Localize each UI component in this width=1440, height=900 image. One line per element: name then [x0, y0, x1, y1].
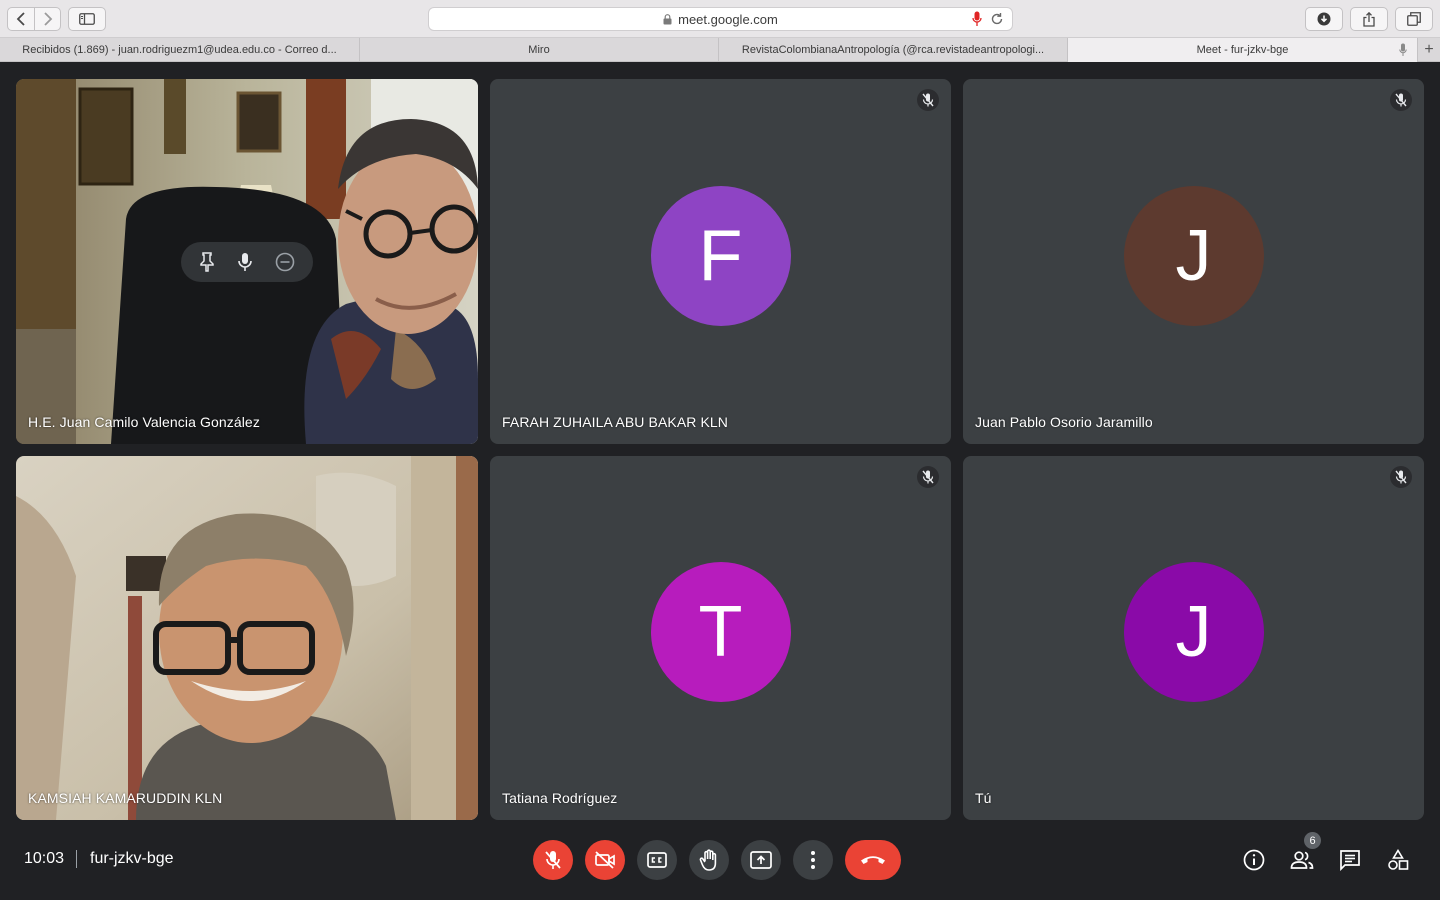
tab-label: Recibidos (1.869) - juan.rodriguezm1@ude…	[22, 44, 337, 56]
muted-indicator	[1390, 89, 1412, 111]
info-icon	[1243, 849, 1265, 871]
muted-indicator	[917, 466, 939, 488]
remove-icon[interactable]	[275, 252, 295, 272]
tile-hover-controls	[181, 242, 313, 282]
tab-label: Meet - fur-jzkv-bge	[1196, 44, 1289, 56]
back-button[interactable]	[8, 8, 34, 30]
share-icon	[1363, 11, 1375, 27]
participant-name: KAMSIAH KAMARUDDIN KLN	[28, 790, 223, 806]
avatar-initial: T	[698, 592, 743, 672]
pin-icon[interactable]	[199, 252, 215, 272]
raise-hand-icon	[699, 849, 717, 871]
tab-label: RevistaColombianaAntropología (@rca.revi…	[741, 44, 1045, 56]
captions-button[interactable]	[637, 840, 677, 880]
chat-button[interactable]	[1336, 846, 1364, 874]
avatar-initial: F	[698, 215, 743, 296]
more-options-button[interactable]	[793, 840, 833, 880]
end-call-icon	[861, 856, 885, 864]
avatar-initial: J	[1175, 215, 1212, 296]
chevron-right-icon	[43, 12, 52, 26]
activities-icon	[1388, 849, 1409, 870]
tab-miro[interactable]: Miro	[360, 38, 719, 62]
mic-off-icon	[922, 470, 934, 484]
tab-gmail[interactable]: Recibidos (1.869) - juan.rodriguezm1@ude…	[0, 38, 360, 62]
mic-icon[interactable]	[238, 252, 252, 272]
share-button[interactable]	[1350, 7, 1388, 31]
avatar-initial: J	[1175, 592, 1212, 672]
participants-button[interactable]	[1288, 846, 1316, 874]
present-icon	[750, 851, 772, 869]
avatar: T	[650, 562, 791, 702]
mic-recording-icon[interactable]	[972, 11, 982, 27]
participant-name: H.E. Juan Camilo Valencia González	[28, 414, 260, 430]
address-bar[interactable]: meet.google.com	[428, 7, 1013, 31]
mic-off-icon	[1395, 470, 1407, 484]
meeting-code: fur-jzkv-bge	[90, 850, 174, 867]
mic-off-icon	[922, 93, 934, 107]
chevron-left-icon	[16, 12, 25, 26]
raise-hand-button[interactable]	[689, 840, 729, 880]
participant-name: Tú	[975, 790, 992, 806]
people-icon	[1290, 851, 1314, 869]
chat-icon	[1340, 850, 1360, 871]
participant-tile-self[interactable]: J Tú	[963, 456, 1424, 820]
participant-name: Juan Pablo Osorio Jaramillo	[975, 414, 1153, 430]
present-screen-button[interactable]	[741, 840, 781, 880]
muted-indicator	[1390, 466, 1412, 488]
meeting-details-button[interactable]	[1240, 846, 1268, 874]
nav-buttons	[7, 7, 61, 31]
leave-call-button[interactable]	[845, 840, 901, 880]
participant-tile[interactable]: T Tatiana Rodríguez	[490, 456, 951, 820]
divider	[76, 850, 77, 868]
tab-label: Miro	[528, 44, 550, 56]
participant-tile[interactable]: KAMSIAH KAMARUDDIN KLN	[16, 456, 478, 820]
participant-tile[interactable]: H.E. Juan Camilo Valencia González	[16, 79, 478, 444]
sidebar-icon	[79, 13, 95, 25]
camera-off-icon	[595, 851, 615, 869]
more-vert-icon	[811, 851, 815, 869]
captions-icon	[647, 852, 667, 868]
meeting-control-bar: 10:03 fur-jzkv-bge 6	[0, 820, 1440, 900]
tab-bar: Recibidos (1.869) - juan.rodriguezm1@ude…	[0, 38, 1440, 62]
tabs-icon	[1407, 12, 1421, 26]
sidebar-toggle-button[interactable]	[68, 7, 106, 31]
participant-name: Tatiana Rodríguez	[502, 790, 618, 806]
toggle-microphone-button[interactable]	[533, 840, 573, 880]
avatar: J	[1123, 185, 1264, 326]
reload-icon[interactable]	[990, 12, 1004, 26]
download-icon	[1317, 12, 1331, 26]
toggle-camera-button[interactable]	[585, 840, 625, 880]
forward-button[interactable]	[34, 8, 60, 30]
tab-overview-button[interactable]	[1395, 7, 1433, 31]
downloads-button[interactable]	[1305, 7, 1343, 31]
participant-name: FARAH ZUHAILA ABU BAKAR KLN	[502, 414, 728, 430]
participant-tile[interactable]: F FARAH ZUHAILA ABU BAKAR KLN	[490, 79, 951, 444]
meeting-time: 10:03	[24, 850, 65, 867]
url-text: meet.google.com	[678, 11, 778, 27]
mic-off-icon	[545, 851, 561, 869]
tab-instagram[interactable]: RevistaColombianaAntropología (@rca.revi…	[719, 38, 1068, 62]
browser-toolbar: meet.google.com	[0, 0, 1440, 38]
participant-count-badge: 6	[1304, 832, 1321, 849]
muted-indicator	[917, 89, 939, 111]
lock-icon	[663, 13, 672, 24]
new-tab-button[interactable]: +	[1418, 38, 1440, 62]
mic-off-icon	[1395, 93, 1407, 107]
tab-meet[interactable]: Meet - fur-jzkv-bge	[1068, 38, 1418, 62]
avatar: J	[1123, 562, 1264, 702]
participant-tile[interactable]: J Juan Pablo Osorio Jaramillo	[963, 79, 1424, 444]
tab-mic-icon[interactable]	[1399, 43, 1407, 57]
avatar: F	[650, 185, 791, 326]
participant-video	[16, 456, 478, 820]
activities-button[interactable]	[1384, 846, 1412, 874]
plus-icon: +	[1424, 41, 1434, 58]
